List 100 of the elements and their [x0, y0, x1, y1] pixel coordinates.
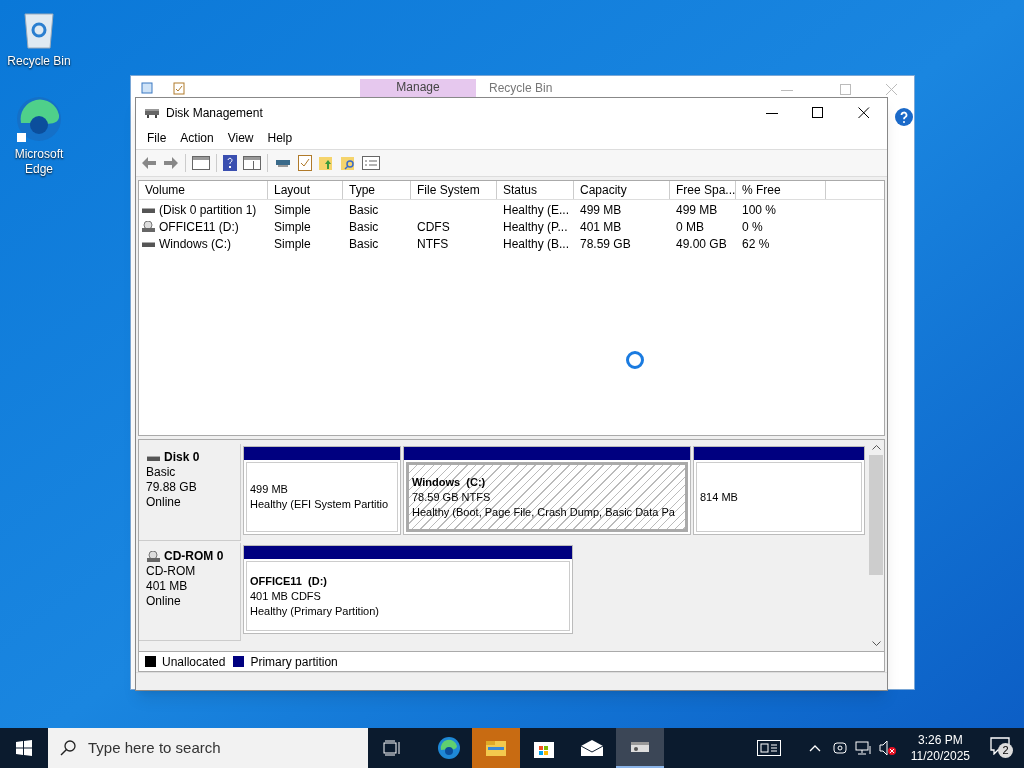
search-field[interactable]: Type here to search [48, 728, 368, 768]
menu-item[interactable]: File [140, 129, 174, 147]
notification-badge: 2 [998, 743, 1013, 758]
search-icon [60, 740, 76, 756]
table-cell-text: Windows (C:) [159, 235, 231, 253]
clock-time[interactable]: 3:26 PM [918, 732, 963, 748]
legend-label: Primary partition [250, 653, 338, 671]
search-placeholder: Type here to search [88, 737, 221, 758]
maximize-icon[interactable] [812, 106, 824, 119]
partition-info: Healthy (EFI System Partitio [250, 497, 390, 512]
folder-up-icon[interactable] [318, 155, 334, 171]
help-icon[interactable] [895, 108, 913, 126]
partition-block[interactable]: Windows (C:) 78.59 GB NTFS Healthy (Boot, Page File, Crash Dump, Basic Data Pa [403, 446, 691, 535]
disk-info: 79.88 GB [146, 480, 198, 495]
table-cell-text: Basic [349, 218, 379, 236]
camera-icon[interactable] [832, 740, 847, 756]
disk-name: Disk 0 [164, 450, 200, 465]
recycle-bin-icon[interactable] [21, 10, 57, 50]
column-header[interactable]: Status [497, 181, 574, 199]
menu-item[interactable]: Help [260, 129, 300, 147]
table-cell-text: Healthy (P... [503, 218, 568, 236]
help-icon[interactable] [223, 155, 237, 171]
column-header[interactable]: Layout [268, 181, 343, 199]
disk-info: CD-ROM [146, 564, 197, 579]
chevron-up-icon[interactable] [808, 744, 821, 752]
table-cell-text: Healthy (B... [503, 235, 570, 253]
table-cell-text: 0 MB [676, 218, 704, 236]
clock-date[interactable]: 11/20/2025 [910, 748, 970, 764]
table-cell-text: 100 % [742, 201, 777, 219]
speaker-muted-icon[interactable] [878, 740, 897, 756]
task-view-icon[interactable] [383, 740, 401, 756]
browser-icon[interactable] [15, 95, 63, 143]
partition-info: Healthy (Boot, Page File, Crash Dump, Basic Data Pa [412, 504, 676, 520]
window-title: Disk Management [166, 104, 263, 122]
partition-block[interactable]: 814 MB [693, 446, 865, 535]
back-arrow-icon[interactable] [141, 156, 157, 170]
table-cell-text: 78.59 GB [580, 235, 631, 253]
partition-info: Healthy (Primary Partition) [250, 603, 380, 619]
partition-name: Windows (C:) [412, 474, 487, 490]
table-cell-text: NTFS [417, 235, 449, 253]
partition-name: OFFICE11 (D:) [250, 573, 328, 589]
table-cell-text: 62 % [742, 235, 770, 253]
properties-icon[interactable] [173, 82, 185, 95]
properties-icon[interactable] [362, 156, 380, 170]
column-header[interactable]: Type [343, 181, 411, 199]
legend-label: Unallocated [162, 653, 226, 671]
column-header[interactable]: Free Spa... [670, 181, 736, 199]
notification-icon[interactable] [990, 737, 1010, 755]
column-header[interactable]: Volume [139, 181, 268, 199]
desktop-icon-label[interactable]: Microsoft Edge [3, 147, 75, 177]
disk-info: Basic [146, 465, 177, 480]
cd-drive-icon [146, 550, 160, 563]
column-header[interactable]: File System [411, 181, 497, 199]
menu-item[interactable]: View [220, 129, 261, 147]
table-cell-text: CDFS [417, 218, 450, 236]
partition-info: 499 MB [250, 482, 289, 497]
column-header[interactable]: % Free [736, 181, 826, 199]
table-cell-text: 0 % [742, 218, 763, 236]
partition-block[interactable]: 499 MB Healthy (EFI System Partitio [243, 446, 401, 535]
table-cell-text: (Disk 0 partition 1) [159, 201, 257, 219]
disk-info: Online [146, 495, 182, 510]
checklist-icon[interactable] [298, 155, 312, 171]
partition-info: 814 MB [700, 489, 739, 505]
console-icon[interactable] [192, 156, 210, 170]
browser-icon[interactable] [437, 736, 461, 760]
table-cell-text: OFFICE11 (D:) [159, 218, 239, 236]
table-cell-text: Basic [349, 235, 379, 253]
table-cell-text: 499 MB [580, 201, 622, 219]
loading-spinner-icon [625, 350, 645, 370]
table-cell-text: Basic [349, 201, 379, 219]
window-title: Recycle Bin [489, 81, 553, 95]
close-icon[interactable] [858, 106, 870, 119]
news-icon[interactable] [756, 740, 781, 756]
menu-item[interactable]: Action [173, 129, 221, 147]
table-cell-text: Simple [274, 235, 311, 253]
table-cell-text: 401 MB [580, 218, 622, 236]
desktop-icon-label[interactable]: Recycle Bin [3, 54, 75, 69]
scroll-down-icon[interactable] [871, 641, 881, 647]
cd-drive-icon [141, 220, 155, 233]
partition-block[interactable]: OFFICE11 (D:) 401 MB CDFS Healthy (Primary Partition) [243, 545, 573, 634]
partition-info: 401 MB CDFS [250, 588, 322, 604]
column-header[interactable]: Capacity [574, 181, 670, 199]
start-icon[interactable] [16, 740, 32, 756]
network-icon[interactable] [854, 740, 873, 756]
disk-info: Online [146, 594, 182, 609]
manage-tab[interactable]: Manage [360, 79, 476, 97]
disk-info: 401 MB [146, 579, 189, 594]
partition-info: 78.59 GB NTFS [412, 489, 492, 505]
table-cell-text: Simple [274, 218, 311, 236]
mail-icon[interactable] [580, 739, 604, 757]
forward-arrow-icon[interactable] [163, 156, 179, 170]
folder-search-icon[interactable] [340, 155, 356, 171]
table-cell-text: Healthy (E... [503, 201, 570, 219]
scroll-thumb[interactable] [869, 455, 883, 575]
table-cell-text: Simple [274, 201, 311, 219]
scroll-up-icon[interactable] [871, 444, 881, 450]
table-cell-text: 49.00 GB [676, 235, 727, 253]
panel-icon[interactable] [243, 156, 261, 170]
disk-name: CD-ROM 0 [164, 549, 224, 564]
table-cell-text: 499 MB [676, 201, 718, 219]
